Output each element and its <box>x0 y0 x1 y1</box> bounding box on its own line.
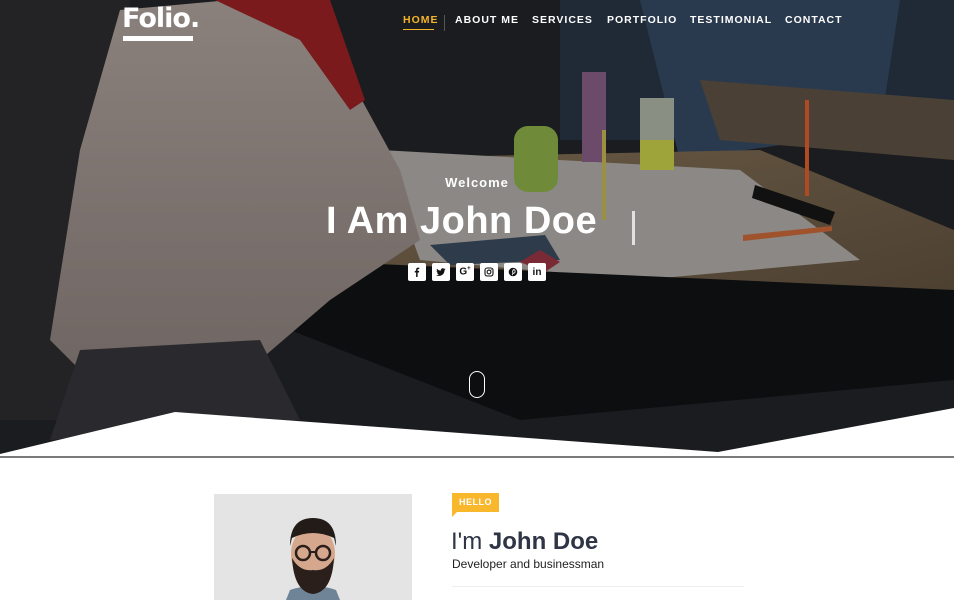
about-heading-prefix: I'm <box>451 528 483 555</box>
hello-badge: HELLO <box>452 493 499 517</box>
hero-section: Folio. HOME ABOUT ME SERVICES PORTFOLIO … <box>0 0 954 458</box>
about-divider <box>452 586 744 587</box>
about-role: Developer and businessman <box>452 557 605 571</box>
hero-angled-bottom-edge <box>0 408 954 458</box>
profile-photo <box>214 494 412 600</box>
about-heading-name: John Doe <box>488 528 599 555</box>
about-heading: I'm John Doe <box>451 528 598 556</box>
